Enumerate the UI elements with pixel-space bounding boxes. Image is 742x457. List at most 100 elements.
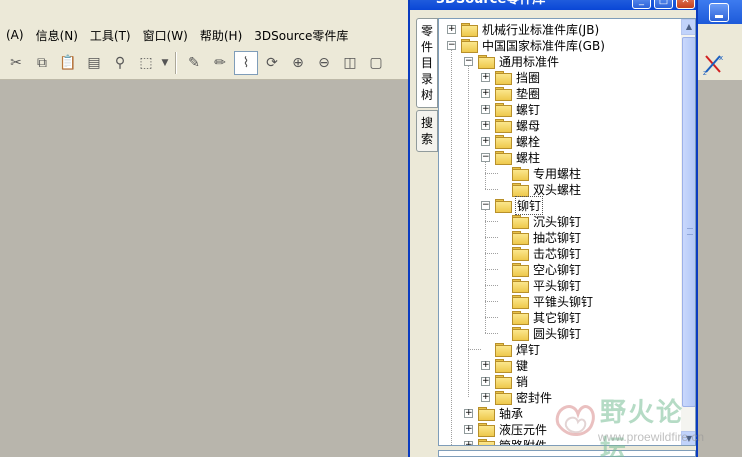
zoom-in-icon[interactable]: ⊕ xyxy=(286,51,310,75)
paste-special-icon[interactable]: ▤ xyxy=(82,51,106,75)
main-minimize-button[interactable] xyxy=(709,3,729,22)
tab-catalog-tree[interactable]: 零 件 目 录 树 xyxy=(416,18,438,108)
binoculars-icon[interactable]: ⚲ xyxy=(108,51,132,75)
tree-node-label: 键 xyxy=(516,358,529,373)
tree-node-label: 螺钉 xyxy=(516,102,541,117)
spline-icon[interactable]: ⌇ xyxy=(234,50,258,75)
edit-definition-icon[interactable]: ✎ xyxy=(182,51,206,75)
zoom-out-icon[interactable]: ⊖ xyxy=(312,51,336,75)
tree-node[interactable]: 平头铆钉 xyxy=(498,277,582,293)
spin-icon[interactable]: ⟳ xyxy=(260,51,284,75)
tree-node[interactable]: − 螺柱 xyxy=(481,149,541,165)
tab-catalog-tree-char: 树 xyxy=(420,88,433,102)
expand-icon[interactable]: + xyxy=(481,104,490,114)
coordinate-system-icon[interactable]: z x xyxy=(702,52,726,77)
expand-icon[interactable]: + xyxy=(481,392,490,402)
tree-node[interactable]: 平锥头铆钉 xyxy=(498,293,594,309)
tree-node[interactable]: + 键 xyxy=(481,357,529,373)
folder-icon xyxy=(495,135,512,149)
catalog-tree-view[interactable]: + 机械行业标准件库(JB) − 中国国家标准件库(GB) − 通用标准件 + 挡圈 + 垫圈 + 螺… xyxy=(438,18,696,446)
tree-node[interactable]: 圆头铆钉 xyxy=(498,325,582,341)
watermark: 野火论坛 www.proewildfire.cn xyxy=(548,386,704,457)
expand-icon[interactable]: + xyxy=(481,88,490,98)
menu-item-help[interactable]: 帮助(H) xyxy=(194,27,248,44)
tree-node[interactable]: 空心铆钉 xyxy=(498,261,582,277)
tree-nodes: + 机械行业标准件库(JB) − 中国国家标准件库(GB) − 通用标准件 + 挡圈 + 垫圈 + 螺… xyxy=(439,19,681,445)
collapse-icon[interactable]: − xyxy=(447,40,456,50)
tree-vertical-scrollbar[interactable]: ▲ ▼ xyxy=(681,19,695,445)
expand-icon[interactable]: + xyxy=(481,72,490,82)
tree-node-label: 平头铆钉 xyxy=(533,278,582,293)
expand-icon[interactable]: + xyxy=(481,120,490,130)
tree-node[interactable]: + 机械行业标准件库(JB) xyxy=(447,21,600,37)
menu-item-tools[interactable]: 工具(T) xyxy=(84,27,137,44)
tree-node[interactable]: + 密封件 xyxy=(481,389,553,405)
graphics-workspace-right[interactable] xyxy=(698,80,742,457)
folder-icon xyxy=(461,39,478,53)
cut-icon[interactable]: ✂ xyxy=(4,51,28,75)
tree-node-label: 垫圈 xyxy=(516,86,541,101)
scroll-up-icon[interactable]: ▲ xyxy=(681,19,695,35)
tree-node[interactable]: + 销 xyxy=(481,373,529,389)
expand-icon[interactable]: + xyxy=(464,424,473,434)
tree-connector xyxy=(485,162,486,189)
tree-node[interactable]: − 铆钉 xyxy=(481,195,544,215)
collapse-icon[interactable]: − xyxy=(481,200,490,210)
tree-node-label: 沉头铆钉 xyxy=(533,214,582,229)
collapse-icon[interactable]: − xyxy=(481,152,490,162)
tree-node[interactable]: + 挡圈 xyxy=(481,69,541,85)
panel-maximize-button[interactable]: □ xyxy=(654,0,673,9)
tree-node[interactable]: − 中国国家标准件库(GB) xyxy=(447,37,606,53)
tab-search[interactable]: 搜 索 xyxy=(416,110,438,152)
panel-close-button[interactable]: ✕ xyxy=(676,0,695,9)
tree-node[interactable]: 焊钉 xyxy=(481,341,541,357)
tab-catalog-tree-char: 件 xyxy=(420,40,433,54)
folder-icon xyxy=(495,103,512,117)
tree-node-label: 液压元件 xyxy=(499,422,548,437)
scrollbar-thumb[interactable] xyxy=(682,37,695,407)
tree-node[interactable]: 沉头铆钉 xyxy=(498,213,582,229)
expand-icon[interactable]: + xyxy=(447,24,456,34)
tree-node[interactable]: + 螺母 xyxy=(481,117,541,133)
tree-connector xyxy=(485,317,498,318)
menu-item-a[interactable]: (A) xyxy=(0,28,30,42)
tree-node[interactable]: + 液压元件 xyxy=(464,421,548,437)
paste-icon[interactable]: 📋 xyxy=(56,51,80,75)
tree-node[interactable]: 击芯铆钉 xyxy=(498,245,582,261)
tree-node[interactable]: + 螺栓 xyxy=(481,133,541,149)
tree-node[interactable]: − 通用标准件 xyxy=(464,53,560,69)
tree-node[interactable]: 其它铆钉 xyxy=(498,309,582,325)
tree-node[interactable]: + 螺钉 xyxy=(481,101,541,117)
copy-icon[interactable]: ⧉ xyxy=(30,51,54,75)
watermark-title: 野火论坛 xyxy=(600,398,685,457)
collapse-icon[interactable]: − xyxy=(464,56,473,66)
tree-node-label: 中国国家标准件库(GB) xyxy=(482,38,605,53)
pencil-icon[interactable]: ✏ xyxy=(208,51,232,75)
zoom-fit-icon[interactable]: ◫ xyxy=(338,51,362,75)
expand-icon[interactable]: + xyxy=(464,408,473,418)
panel-minimize-button[interactable]: _ xyxy=(632,0,651,9)
tree-connector xyxy=(485,221,498,222)
tree-node-label: 螺母 xyxy=(516,118,541,133)
menu-item-3dsource[interactable]: 3DSource零件库 xyxy=(248,27,354,44)
folder-icon xyxy=(478,423,495,437)
tree-node[interactable]: + 垫圈 xyxy=(481,85,541,101)
repaint-icon[interactable]: ▢ xyxy=(364,51,388,75)
expand-icon[interactable]: + xyxy=(481,136,490,146)
expand-icon[interactable]: + xyxy=(481,376,490,386)
graphics-workspace[interactable] xyxy=(0,80,408,457)
menu-item-info[interactable]: 信息(N) xyxy=(30,27,84,44)
tree-node[interactable]: 专用螺柱 xyxy=(498,165,582,181)
tree-connector xyxy=(485,253,498,254)
tree-node-label: 焊钉 xyxy=(516,342,541,357)
expand-icon[interactable]: + xyxy=(464,440,473,445)
menu-bar: (A) 信息(N) 工具(T) 窗口(W) 帮助(H) 3DSource零件库 xyxy=(0,24,408,46)
select-box-icon[interactable]: ⬚ xyxy=(134,51,158,75)
expand-icon[interactable]: + xyxy=(481,360,490,370)
tree-node[interactable]: + 轴承 xyxy=(464,405,524,421)
menu-item-window[interactable]: 窗口(W) xyxy=(137,27,194,44)
tree-connector xyxy=(468,66,469,397)
tree-node[interactable]: 抽芯铆钉 xyxy=(498,229,582,245)
tree-node[interactable]: + 管路附件 xyxy=(464,437,548,445)
dropdown-arrow-icon[interactable]: ▼ xyxy=(160,51,170,75)
